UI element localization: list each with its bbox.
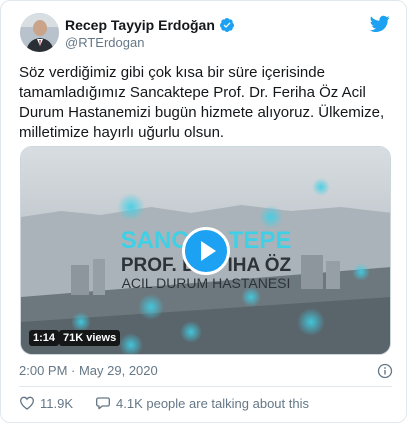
play-icon (201, 241, 216, 261)
tweet-timestamp[interactable]: 2:00 PM · May 29, 2020 (19, 363, 158, 378)
display-name[interactable]: Recep Tayyip Erdoğan (65, 17, 215, 33)
tweet-meta: 2:00 PM · May 29, 2020 (19, 363, 393, 379)
like-button[interactable]: 11.9K (19, 395, 73, 411)
talking-count: 4.1K people are talking about this (116, 395, 309, 411)
comment-icon (96, 397, 111, 410)
verified-badge-icon (219, 18, 234, 32)
tweet-text: Söz verdiğimiz gibi çok kısa bir süre iç… (19, 64, 385, 141)
user-handle[interactable]: @RTErdogan (65, 35, 144, 50)
video-overlay-hospital: ACIL DURUM HASTANESI (122, 275, 291, 291)
author-name-row[interactable]: Recep Tayyip Erdoğan (65, 17, 235, 33)
heart-icon (19, 396, 35, 410)
play-button[interactable] (182, 227, 230, 275)
tweet-actions: 11.9K 4.1K people are talking about this (19, 395, 331, 411)
twitter-bird-icon[interactable] (370, 15, 390, 33)
avatar[interactable] (20, 13, 59, 52)
video-duration: 1:14 (29, 330, 60, 346)
video-view-count: 71K views (59, 330, 121, 346)
tweet-card[interactable]: Recep Tayyip Erdoğan @RTErdogan Söz verd… (0, 0, 407, 423)
like-count: 11.9K (40, 395, 74, 411)
info-icon[interactable] (377, 363, 393, 379)
video-player[interactable]: SANC TEPE PROF. D IHA ÖZ ACIL DURUM HAST… (20, 146, 391, 355)
divider (19, 386, 392, 387)
talking-link[interactable]: 4.1K people are talking about this (95, 395, 309, 411)
